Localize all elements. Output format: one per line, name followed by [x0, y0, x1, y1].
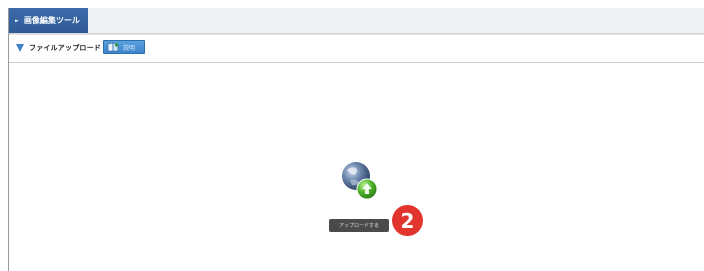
app-frame: ► 画像編集ツール ファイルアップロード 説明 アップロードする 2: [0, 0, 704, 271]
help-button[interactable]: 説明: [103, 40, 145, 54]
book-icon: [107, 42, 119, 52]
tab-marker-icon: ►: [15, 17, 19, 24]
help-button-label: 説明: [123, 44, 136, 52]
step-number-badge: 2: [392, 205, 423, 236]
globe-upload-icon[interactable]: [341, 160, 379, 200]
tab-image-edit-tool[interactable]: ► 画像編集ツール: [9, 8, 88, 33]
tab-label: 画像編集ツール: [23, 16, 80, 25]
top-toolbar: [9, 8, 704, 34]
file-upload-section-header: ファイルアップロード 説明: [9, 34, 704, 63]
section-title: ファイルアップロード: [29, 44, 101, 52]
upload-button[interactable]: アップロードする: [329, 219, 389, 232]
triangle-down-icon[interactable]: [16, 44, 24, 52]
